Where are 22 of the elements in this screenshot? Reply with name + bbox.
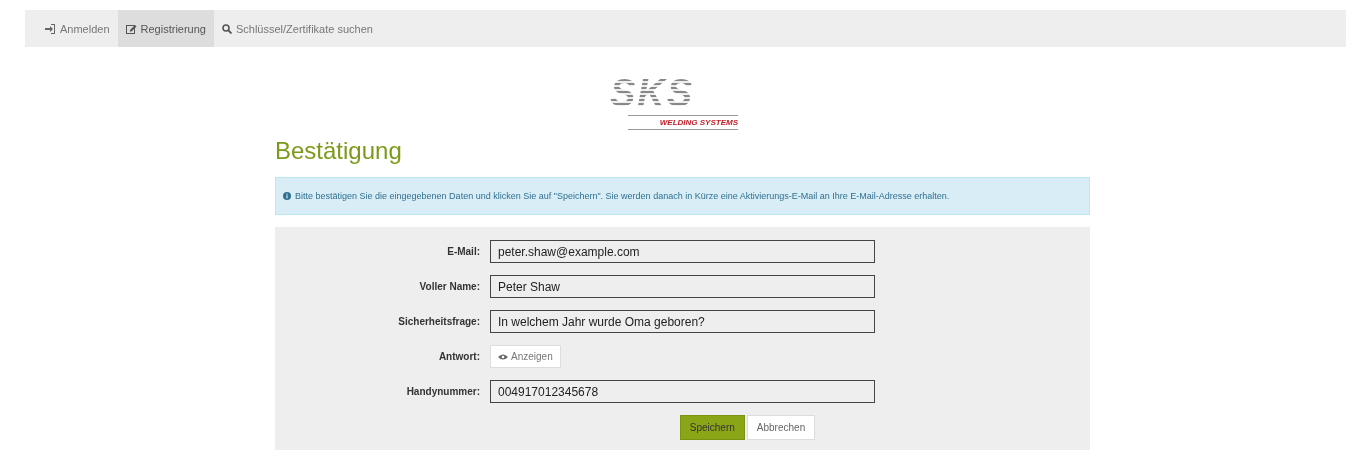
field-label: Antwort:: [437, 351, 480, 362]
nav-tab[interactable]: Anmelden: [37, 10, 118, 47]
search-icon: [221, 23, 232, 34]
input-field[interactable]: peter.shaw@example.com: [490, 240, 875, 263]
field-label: Handynummer:: [405, 386, 480, 397]
field-label: E-Mail:: [446, 246, 480, 257]
info-icon: [283, 192, 291, 200]
login-icon: [45, 23, 56, 34]
nav-tab[interactable]: Schlüssel/Zertifikate suchen: [213, 10, 381, 47]
save-button[interactable]: Speichern: [679, 415, 745, 440]
cancel-button[interactable]: Abbrechen: [746, 415, 816, 440]
show-button[interactable]: Anzeigen: [490, 345, 561, 368]
input-field[interactable]: Peter Shaw: [490, 275, 875, 298]
edit-icon: [125, 23, 137, 34]
field-label: Voller Name:: [418, 281, 480, 292]
alert-text: Bitte bestätigen Sie die eingegebenen Daten und klicken Sie auf "Speichern". Sie werden danach in Kürze eine Aktivierungs-E-Mail an Ihre E-Mail-Adresse erhalten.: [295, 191, 950, 201]
page-heading: Bestätigung: [275, 137, 403, 165]
nav-tab[interactable]: Registrierung: [117, 10, 214, 47]
field-label: Sicherheitsfrage:: [397, 316, 480, 327]
input-field[interactable]: In welchem Jahr wurde Oma geboren?: [490, 310, 875, 333]
input-field[interactable]: 004917012345678: [490, 380, 875, 403]
eye-icon: [498, 353, 508, 360]
